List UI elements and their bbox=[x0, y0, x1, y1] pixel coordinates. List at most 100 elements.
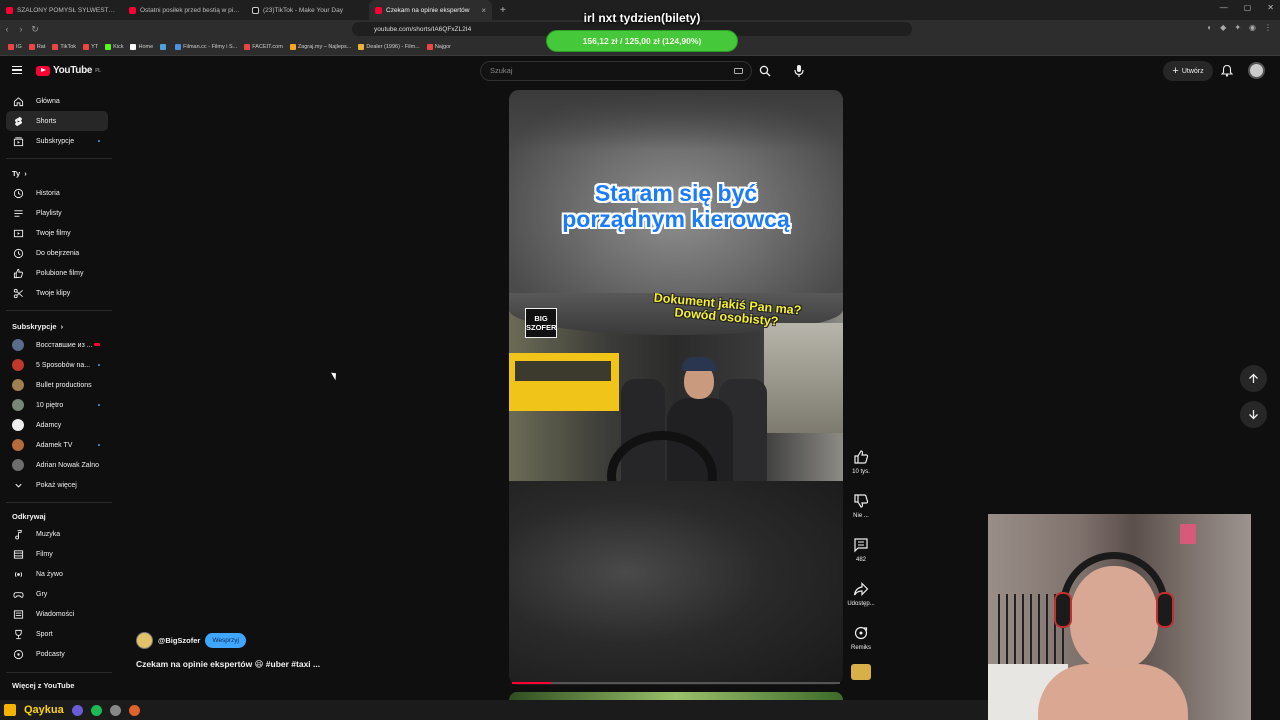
discord-icon[interactable] bbox=[71, 704, 83, 716]
sidebar-item-history[interactable]: Historia bbox=[6, 183, 108, 203]
bookmark[interactable]: Najgor bbox=[426, 43, 451, 50]
bookmark-icon bbox=[130, 43, 137, 50]
bookmark[interactable]: TikTok bbox=[52, 43, 76, 50]
chrome-icon[interactable] bbox=[128, 704, 140, 716]
dislike-button[interactable]: Nie ... bbox=[843, 492, 879, 519]
steam-icon[interactable] bbox=[109, 704, 121, 716]
bookmark[interactable] bbox=[160, 43, 168, 50]
sidebar-item-music[interactable]: Muzyka bbox=[6, 524, 108, 544]
sidebar-item-channel[interactable]: Adrian Nowak Zalno bbox=[6, 455, 108, 475]
browser-tab[interactable]: SZALONY POMYSŁ SYLWESTRA! Czy bbox=[0, 0, 123, 20]
spotify-icon[interactable] bbox=[90, 704, 102, 716]
menu-icon[interactable]: ⋮ bbox=[1264, 23, 1272, 32]
channel-avatar[interactable] bbox=[136, 632, 153, 649]
section-heading-subscriptions[interactable]: Subskrypcje › bbox=[12, 322, 63, 331]
new-content-dot bbox=[98, 140, 100, 142]
previous-short-button[interactable] bbox=[1240, 365, 1267, 392]
sidebar-item-sport[interactable]: Sport bbox=[6, 624, 108, 644]
bookmark[interactable]: FACEIT.com bbox=[244, 43, 283, 50]
divider bbox=[6, 310, 112, 311]
watch-later-icon bbox=[12, 247, 24, 259]
start-icon[interactable] bbox=[4, 704, 16, 716]
search-icon[interactable] bbox=[759, 65, 771, 77]
headphone-cup bbox=[1054, 592, 1072, 628]
sidebar-item-channel[interactable]: Adamek TV bbox=[6, 435, 108, 455]
sidebar-item-shorts[interactable]: Shorts bbox=[6, 111, 108, 131]
bookmark[interactable]: YT bbox=[83, 43, 98, 50]
extension-icon[interactable]: ◆ bbox=[1220, 23, 1226, 32]
sidebar-item-your-videos[interactable]: Twoje filmy bbox=[6, 223, 108, 243]
search-input[interactable]: Szukaj bbox=[480, 61, 752, 81]
sidebar-item-live[interactable]: Na żywo bbox=[6, 564, 108, 584]
maximize-icon[interactable]: ▢ bbox=[1244, 3, 1252, 12]
sidebar-show-more[interactable]: Pokaż więcej bbox=[6, 475, 108, 495]
shorts-video-player[interactable]: Staram się być porządnym kierowcą BIG SZ… bbox=[509, 90, 843, 685]
section-heading-you[interactable]: Ty › bbox=[12, 169, 27, 178]
sidebar-item-channel[interactable]: Adamcy bbox=[6, 415, 108, 435]
close-window-icon[interactable]: ✕ bbox=[1267, 3, 1274, 12]
video-title[interactable]: Czekam na opinie ekspertów 😆 #uber #taxi… bbox=[136, 659, 320, 670]
video-progress-bar[interactable] bbox=[512, 682, 840, 684]
microphone-icon[interactable] bbox=[793, 64, 805, 78]
shorts-icon bbox=[12, 115, 24, 127]
sound-thumbnail[interactable] bbox=[851, 664, 871, 680]
account-avatar[interactable] bbox=[1248, 62, 1265, 79]
bookmark[interactable]: Kick bbox=[105, 43, 123, 50]
bookmark-icon bbox=[175, 43, 182, 50]
support-button[interactable]: Wesprzyj bbox=[205, 633, 246, 648]
channel-avatar bbox=[12, 419, 24, 431]
sidebar-item-subscriptions[interactable]: Subskrypcje bbox=[6, 131, 108, 151]
reload-icon[interactable]: ↻ bbox=[28, 24, 42, 35]
browser-tab-active[interactable]: Czekam na opinie ekspertów × bbox=[369, 0, 492, 20]
bookmark-icon bbox=[105, 43, 112, 50]
sidebar-item-movies[interactable]: Filmy bbox=[6, 544, 108, 564]
channel-avatar bbox=[12, 439, 24, 451]
extensions-area: ◐ ◆ ✦ ◉ ⋮ bbox=[1207, 23, 1272, 32]
bookmark-icon bbox=[83, 43, 90, 50]
sidebar-item-channel[interactable]: 5 Sposobów na... bbox=[6, 355, 108, 375]
like-button[interactable]: 10 tys. bbox=[843, 448, 879, 475]
notifications-bell-icon[interactable] bbox=[1221, 64, 1233, 77]
sidebar-item-playlists[interactable]: Playlisty bbox=[6, 203, 108, 223]
share-button[interactable]: Udostęp... bbox=[843, 580, 879, 607]
back-icon[interactable]: ‹ bbox=[0, 24, 14, 34]
bookmark[interactable]: IG bbox=[8, 43, 22, 50]
sidebar-item-channel[interactable]: 10 piętro bbox=[6, 395, 108, 415]
sidebar-item-clips[interactable]: Twoje klipy bbox=[6, 283, 108, 303]
browser-tab[interactable]: (23)TikTok - Make Your Day bbox=[246, 0, 369, 20]
sidebar-item-liked[interactable]: Polubione filmy bbox=[6, 263, 108, 283]
remix-button[interactable]: Remiks bbox=[843, 624, 879, 651]
arrow-up-icon bbox=[1249, 373, 1258, 383]
extension-icon[interactable]: ◐ bbox=[1207, 23, 1212, 32]
next-short-button[interactable] bbox=[1240, 401, 1267, 428]
new-content-dot bbox=[98, 444, 100, 446]
new-tab-button[interactable]: + bbox=[492, 5, 514, 16]
forward-icon[interactable]: › bbox=[14, 24, 28, 34]
bookmark[interactable]: Rat bbox=[28, 43, 45, 50]
bookmark[interactable]: Home bbox=[130, 43, 153, 50]
sidebar-item-channel[interactable]: Восставшие из ... bbox=[6, 335, 108, 355]
extension-icon[interactable]: ✦ bbox=[1234, 23, 1241, 32]
create-button[interactable]: + Utwórz bbox=[1163, 61, 1213, 81]
youtube-logo[interactable]: YouTube PL bbox=[36, 65, 101, 76]
sidebar-item-gaming[interactable]: Gry bbox=[6, 584, 108, 604]
sidebar-item-podcasts[interactable]: Podcasty bbox=[6, 644, 108, 664]
browser-tab[interactable]: Ostatni posiłek przed bestią w pizzeri bbox=[123, 0, 246, 20]
channel-avatar bbox=[12, 359, 24, 371]
close-tab-icon[interactable]: × bbox=[481, 6, 486, 15]
sidebar-item-news[interactable]: Wiadomości bbox=[6, 604, 108, 624]
sidebar-item-watch-later[interactable]: Do obejrzenia bbox=[6, 243, 108, 263]
sidebar-item-home[interactable]: Główna bbox=[6, 91, 108, 111]
streamer-webcam-overlay bbox=[988, 514, 1251, 720]
bookmark[interactable]: Zagraj.my – Najleps... bbox=[289, 43, 351, 50]
bookmark[interactable]: Filman.cc - Filmy i S... bbox=[175, 43, 237, 50]
minimize-icon[interactable]: — bbox=[1220, 3, 1228, 12]
clips-icon bbox=[12, 287, 24, 299]
channel-handle[interactable]: @BigSzofer bbox=[158, 636, 200, 645]
bookmark[interactable]: Dealer (1996) - Film... bbox=[358, 43, 420, 50]
menu-hamburger-icon[interactable] bbox=[12, 66, 22, 74]
keyboard-icon[interactable] bbox=[734, 68, 743, 74]
sidebar-item-channel[interactable]: Bullet productions bbox=[6, 375, 108, 395]
comments-button[interactable]: 482 bbox=[843, 536, 879, 563]
extension-icon[interactable]: ◉ bbox=[1249, 23, 1256, 32]
